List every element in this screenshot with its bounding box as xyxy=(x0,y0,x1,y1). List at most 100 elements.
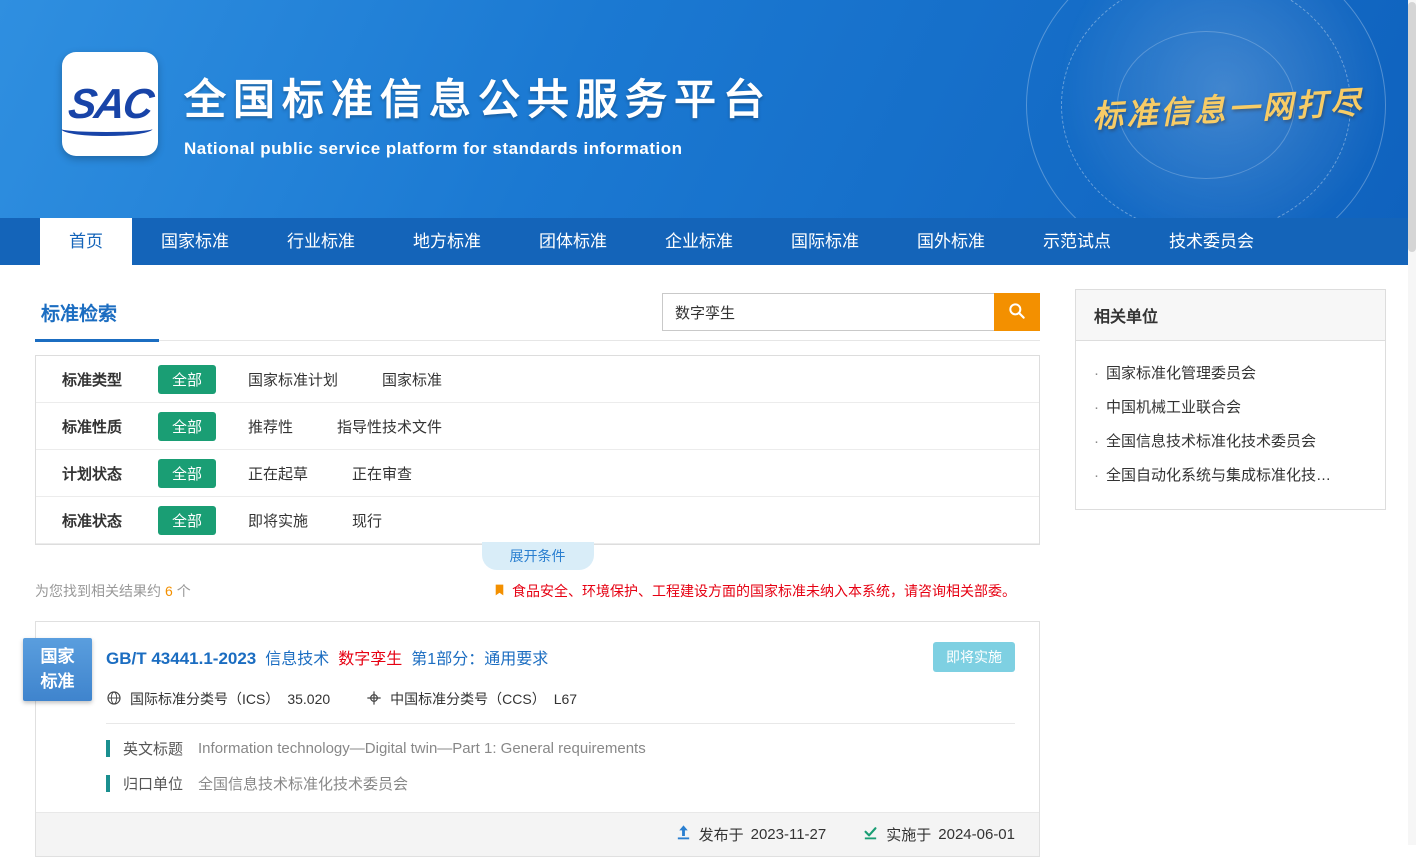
filter-option[interactable]: 正在审查 xyxy=(352,463,412,484)
nav-item-local-standards[interactable]: 地方标准 xyxy=(384,218,510,265)
status-badge: 即将实施 xyxy=(933,642,1015,672)
related-units-panel: 相关单位 国家标准化管理委员会 中国机械工业联合会 全国信息技术标准化技术委员会… xyxy=(1075,289,1386,510)
publish-date-item: 发布于 2023-11-27 xyxy=(675,824,827,845)
nav-item-home[interactable]: 首页 xyxy=(40,218,132,265)
ics-label: 国际标准分类号（ICS） xyxy=(130,689,279,709)
badge-line: 标准 xyxy=(23,670,92,695)
nav-item-international-standards[interactable]: 国际标准 xyxy=(762,218,888,265)
field-accent-bar xyxy=(106,740,110,757)
page-title: 标准检索 xyxy=(35,289,159,342)
national-standard-badge: 国家 标准 xyxy=(23,638,92,701)
filter-label: 计划状态 xyxy=(62,463,158,484)
scrollbar-thumb[interactable] xyxy=(1408,2,1416,252)
nav-inner: 首页 国家标准 行业标准 地方标准 团体标准 企业标准 国际标准 国外标准 示范… xyxy=(0,218,1416,265)
ics-value: 35.020 xyxy=(287,691,330,707)
standard-title-link[interactable]: GB/T 43441.1-2023 信息技术 数字孪生 第1部分：通用要求 xyxy=(106,645,548,669)
result-count-number: 6 xyxy=(165,583,173,599)
related-unit-link[interactable]: 全国信息技术标准化技术委员会 xyxy=(1094,417,1367,451)
filter-all-button[interactable]: 全部 xyxy=(158,365,216,394)
card-header: GB/T 43441.1-2023 信息技术 数字孪生 第1部分：通用要求 即将… xyxy=(36,622,1039,672)
site-title-block: 全国标准信息公共服务平台 National public service pla… xyxy=(184,66,772,159)
notice-text: 食品安全、环境保护、工程建设方面的国家标准未纳入本系统，请咨询相关部委。 xyxy=(512,581,1016,601)
result-info-row: 为您找到相关结果约6个 食品安全、环境保护、工程建设方面的国家标准未纳入本系统，… xyxy=(35,581,1040,601)
check-icon xyxy=(862,824,879,845)
left-column: 标准检索 标准类型 全部 国家标准计划 国家标准 标准性质 全部 推荐性 xyxy=(35,289,1040,857)
implement-label: 实施于 xyxy=(886,824,931,845)
dept-value: 全国信息技术标准化技术委员会 xyxy=(198,773,408,794)
standard-code: GB/T 43441.1-2023 xyxy=(106,649,256,669)
filter-row-standard-nature: 标准性质 全部 推荐性 指导性技术文件 xyxy=(36,403,1039,450)
compass-icon xyxy=(366,690,382,709)
related-unit-link[interactable]: 中国机械工业联合会 xyxy=(1094,383,1367,417)
system-notice: 食品安全、环境保护、工程建设方面的国家标准未纳入本系统，请咨询相关部委。 xyxy=(493,581,1016,601)
implement-date-item: 实施于 2024-06-01 xyxy=(862,824,1015,845)
english-title-row: 英文标题 Information technology—Digital twin… xyxy=(36,724,1039,759)
dept-label: 归口单位 xyxy=(123,773,183,794)
related-unit-link[interactable]: 全国自动化系统与集成标准化技… xyxy=(1094,451,1367,485)
nav-item-enterprise-standards[interactable]: 企业标准 xyxy=(636,218,762,265)
standard-title-highlight: 数字孪生 xyxy=(338,645,402,669)
filter-label: 标准类型 xyxy=(62,369,158,390)
standard-title-part: 第1部分：通用要求 xyxy=(411,645,548,669)
nav-item-group-standards[interactable]: 团体标准 xyxy=(510,218,636,265)
filter-option[interactable]: 推荐性 xyxy=(248,416,293,437)
publish-date: 2023-11-27 xyxy=(751,826,827,843)
card-footer: 发布于 2023-11-27 实施于 2024-06-01 xyxy=(36,812,1039,856)
filter-row-plan-status: 计划状态 全部 正在起草 正在审查 xyxy=(36,450,1039,497)
search-section: 标准检索 xyxy=(35,289,1040,341)
standard-result-card: 国家 标准 GB/T 43441.1-2023 信息技术 数字孪生 第1部分：通… xyxy=(35,621,1040,857)
filter-all-button[interactable]: 全部 xyxy=(158,506,216,535)
site-subtitle: National public service platform for sta… xyxy=(184,139,772,159)
sac-logo-text: SAC xyxy=(65,80,154,128)
nav-item-foreign-standards[interactable]: 国外标准 xyxy=(888,218,1014,265)
ics-meta: 国际标准分类号（ICS） 35.020 xyxy=(106,689,330,709)
card-meta-row: 国际标准分类号（ICS） 35.020 中国标准分类号（CCS） L67 xyxy=(36,672,1039,723)
scrollbar[interactable] xyxy=(1408,0,1416,845)
filter-row-standard-type: 标准类型 全部 国家标准计划 国家标准 xyxy=(36,356,1039,403)
ccs-label: 中国标准分类号（CCS） xyxy=(390,689,546,709)
nav-item-national-standards[interactable]: 国家标准 xyxy=(132,218,258,265)
filter-label: 标准性质 xyxy=(62,416,158,437)
filter-label: 标准状态 xyxy=(62,510,158,531)
standard-title-part: 信息技术 xyxy=(265,645,329,669)
english-title-label: 英文标题 xyxy=(123,738,183,759)
result-count: 为您找到相关结果约6个 xyxy=(35,581,191,601)
filter-all-button[interactable]: 全部 xyxy=(158,459,216,488)
nav-item-pilot[interactable]: 示范试点 xyxy=(1014,218,1140,265)
nav-item-technical-committee[interactable]: 技术委员会 xyxy=(1140,218,1283,265)
magnifier-icon xyxy=(1007,301,1027,324)
filter-option[interactable]: 指导性技术文件 xyxy=(337,416,442,437)
nav-item-industry-standards[interactable]: 行业标准 xyxy=(258,218,384,265)
main-nav: 首页 国家标准 行业标准 地方标准 团体标准 企业标准 国际标准 国外标准 示范… xyxy=(0,218,1416,265)
expand-conditions-button[interactable]: 展开条件 xyxy=(482,542,594,570)
site-header: SAC 全国标准信息公共服务平台 National public service… xyxy=(0,0,1416,218)
main-content: 标准检索 标准类型 全部 国家标准计划 国家标准 标准性质 全部 推荐性 xyxy=(0,265,1416,857)
english-title-value: Information technology—Digital twin—Part… xyxy=(198,740,646,757)
related-units-title: 相关单位 xyxy=(1076,290,1385,341)
filter-option[interactable]: 国家标准计划 xyxy=(248,369,338,390)
site-title: 全国标准信息公共服务平台 xyxy=(184,66,772,127)
ccs-meta: 中国标准分类号（CCS） L67 xyxy=(366,689,577,709)
globe-icon xyxy=(106,690,122,709)
sac-logo: SAC xyxy=(62,52,158,156)
ccs-value: L67 xyxy=(554,691,577,707)
badge-line: 国家 xyxy=(23,645,92,670)
filter-all-button[interactable]: 全部 xyxy=(158,412,216,441)
implement-date: 2024-06-01 xyxy=(938,826,1015,843)
upload-arrow-icon xyxy=(675,824,692,845)
related-unit-link[interactable]: 国家标准化管理委员会 xyxy=(1094,349,1367,383)
filter-option[interactable]: 即将实施 xyxy=(248,510,308,531)
search-input[interactable] xyxy=(662,293,994,331)
search-box xyxy=(662,293,1040,331)
filter-option[interactable]: 现行 xyxy=(352,510,382,531)
field-accent-bar xyxy=(106,775,110,792)
filter-row-standard-status: 标准状态 全部 即将实施 现行 xyxy=(36,497,1039,544)
search-button[interactable] xyxy=(994,293,1040,331)
publish-label: 发布于 xyxy=(699,824,744,845)
filter-option[interactable]: 正在起草 xyxy=(248,463,308,484)
dept-row: 归口单位 全国信息技术标准化技术委员会 xyxy=(36,759,1039,794)
bookmark-icon xyxy=(493,582,506,601)
filter-option[interactable]: 国家标准 xyxy=(382,369,442,390)
filter-panel: 标准类型 全部 国家标准计划 国家标准 标准性质 全部 推荐性 指导性技术文件 … xyxy=(35,355,1040,545)
related-units-list: 国家标准化管理委员会 中国机械工业联合会 全国信息技术标准化技术委员会 全国自动… xyxy=(1076,341,1385,509)
